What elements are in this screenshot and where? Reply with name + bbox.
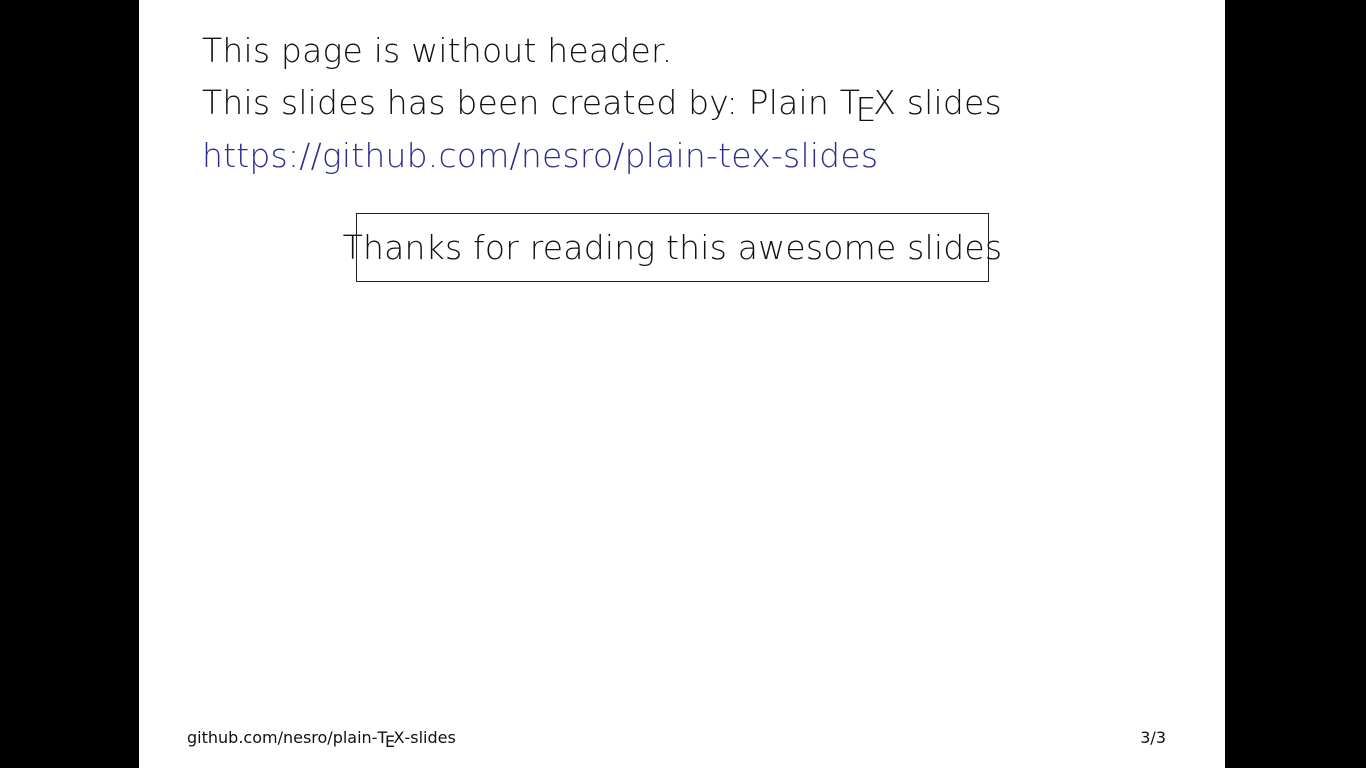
footer-tex-logo: TEX [377,728,405,751]
footer-source: github.com/nesro/plain-TEX-slides [187,728,456,751]
footer-source-prefix: github.com/nesro/plain- [187,728,378,747]
thanks-text: Thanks for reading this awesome slides [342,228,1003,267]
footer-tex-logo-e: E [385,731,396,751]
slide-text-created-by: This slides has been created by: Plain T… [202,83,1002,129]
created-by-suffix: slides [896,83,1002,122]
tex-logo: TEX [840,83,897,129]
tex-logo-e: E [855,90,877,130]
presentation-viewer: This page is without header. This slides… [0,0,1366,768]
slide-link-line: https://github.com/nesro/plain-tex-slide… [202,136,878,176]
slide: This page is without header. This slides… [139,0,1225,768]
slide-text-no-header: This page is without header. [202,31,673,70]
tex-logo-x: X [873,83,897,122]
created-by-prefix: This slides has been created by: Plain [202,83,840,122]
footer-tex-logo-x: X [393,728,405,747]
footer-source-suffix: -slides [404,728,456,747]
page-number: 3/3 [1140,728,1166,747]
thanks-box: Thanks for reading this awesome slides [343,213,1002,282]
github-link[interactable]: https://github.com/nesro/plain-tex-slide… [202,136,878,175]
